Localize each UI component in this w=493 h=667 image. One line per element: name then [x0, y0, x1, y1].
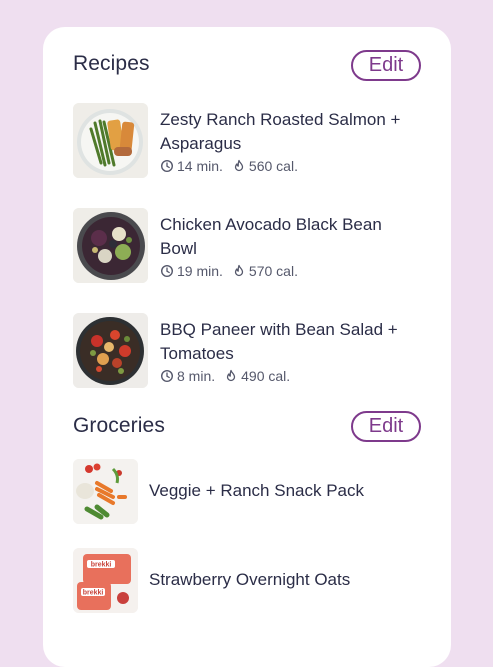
flame-icon [232, 264, 246, 278]
recipe-image-bbq-paneer [73, 313, 148, 388]
grocery-name: Strawberry Overnight Oats [149, 570, 351, 589]
flame-icon [224, 369, 238, 383]
clock-icon [160, 264, 174, 278]
recipe-item-bbq-paneer[interactable]: BBQ Paneer with Bean Salad + Tomatoes 8 … [73, 313, 423, 391]
brekki-package-text: brekki [91, 562, 112, 569]
grocery-image-snack-pack [73, 459, 138, 524]
recipe-calories: 560 cal. [248, 158, 298, 174]
recipe-item-chicken-bowl[interactable]: Chicken Avocado Black Bean Bowl 19 min. … [73, 208, 423, 286]
recipe-meta: 19 min. 570 cal. [160, 263, 298, 279]
recipe-meta: 14 min. 560 cal. [160, 158, 298, 174]
grocery-name: Veggie + Ranch Snack Pack [149, 481, 364, 500]
clock-icon [160, 159, 174, 173]
groceries-heading: Groceries [73, 414, 165, 437]
recipe-name: Chicken Avocado Black Bean Bowl [160, 215, 382, 258]
clock-icon [160, 369, 174, 383]
recipe-time: 8 min. [177, 368, 216, 384]
recipe-image-chicken-bowl [73, 208, 148, 283]
meal-card: Recipes Edit Zesty Ranch Roasted Salmon … [43, 27, 451, 667]
recipe-time: 19 min. [177, 263, 223, 279]
grocery-item-snack-pack[interactable]: Veggie + Ranch Snack Pack [73, 459, 423, 525]
brekki-package-text: brekki [83, 590, 104, 597]
grocery-image-overnight-oats: brekki brekki [73, 548, 138, 613]
recipe-name: Zesty Ranch Roasted Salmon + Asparagus [160, 110, 401, 153]
recipe-item-salmon[interactable]: Zesty Ranch Roasted Salmon + Asparagus 1… [73, 103, 423, 181]
recipe-calories: 570 cal. [248, 263, 298, 279]
recipe-image-salmon [73, 103, 148, 178]
recipe-calories: 490 cal. [241, 368, 291, 384]
recipe-name: BBQ Paneer with Bean Salad + Tomatoes [160, 320, 398, 363]
flame-icon [232, 159, 246, 173]
recipes-edit-button[interactable]: Edit [351, 50, 421, 81]
recipe-time: 14 min. [177, 158, 223, 174]
recipe-meta: 8 min. 490 cal. [160, 368, 290, 384]
grocery-item-overnight-oats[interactable]: brekki brekki Strawberry Overnight Oats [73, 548, 423, 614]
groceries-edit-button[interactable]: Edit [351, 411, 421, 442]
recipes-heading: Recipes [73, 52, 150, 75]
